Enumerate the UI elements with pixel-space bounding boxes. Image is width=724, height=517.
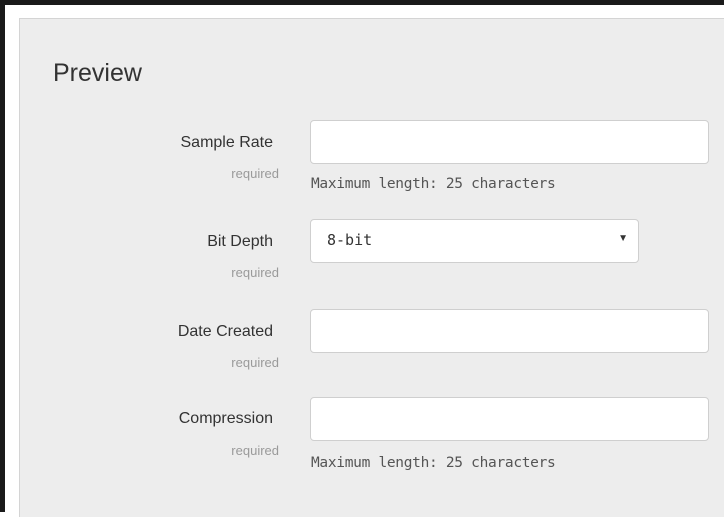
sample-rate-hint: Maximum length: 25 characters [311,176,556,192]
panel-title: Preview [53,59,142,87]
compression-label: Compression [178,410,273,427]
date-created-required-label: required [231,355,279,370]
date-created-input[interactable] [310,309,709,353]
date-created-label: Date Created [177,323,273,340]
sample-rate-input[interactable] [310,120,709,164]
sample-rate-required-label: required [231,166,279,181]
sample-rate-label: Sample Rate [180,134,274,151]
caret-down-icon: ▼ [618,233,628,244]
bit-depth-select[interactable]: 8-bit ▼ [310,219,639,263]
compression-required-label: required [231,443,279,458]
compression-hint: Maximum length: 25 characters [311,455,556,471]
bit-depth-label: Bit Depth [207,233,273,250]
compression-input[interactable] [310,397,709,441]
preview-panel [19,18,724,517]
bit-depth-required-label: required [231,265,279,280]
bit-depth-selected-value: 8-bit [327,231,373,249]
